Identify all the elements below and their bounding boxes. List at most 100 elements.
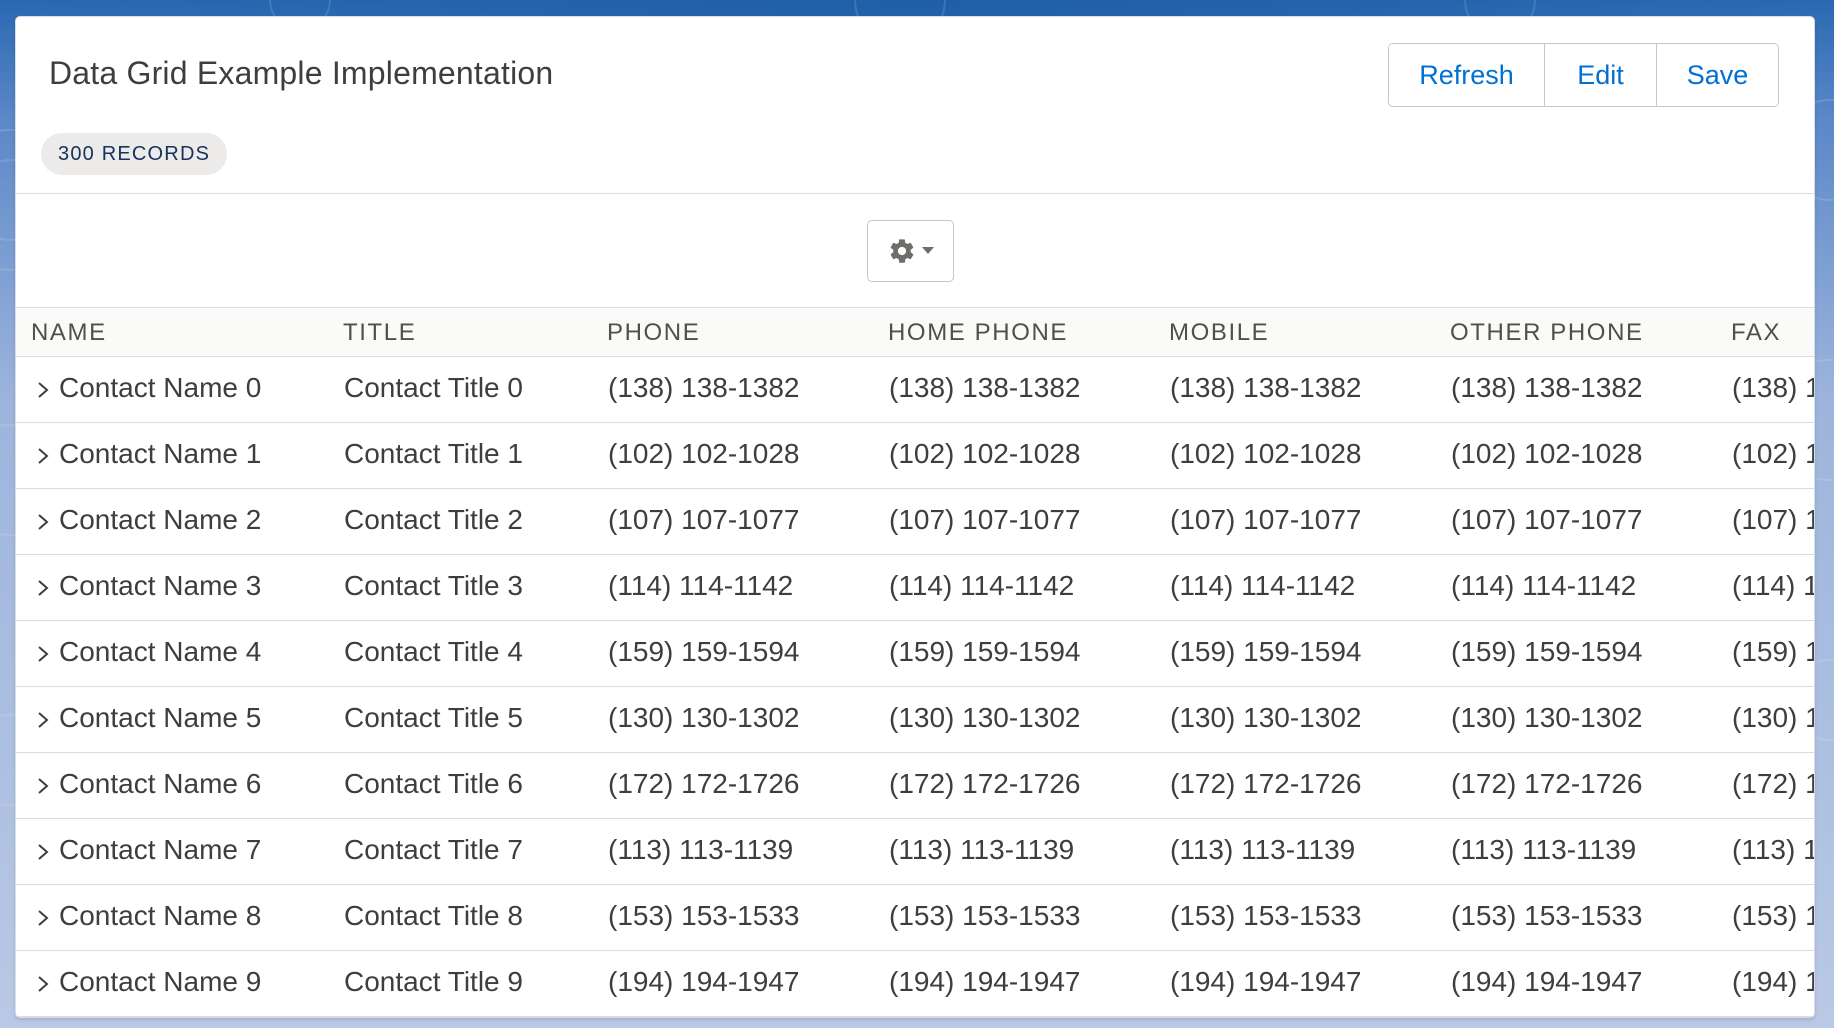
page-title: Data Grid Example Implementation (49, 55, 554, 91)
phone-cell: (102) 102-1028 (608, 438, 800, 469)
chevron-right-icon[interactable] (36, 644, 50, 664)
fax-cell: (114) 114-1142 (1732, 570, 1814, 601)
home-phone-cell: (107) 107-1077 (889, 504, 1081, 535)
column-header-other-phone[interactable]: OTHER PHONE (1450, 308, 1644, 356)
name-cell: Contact Name 0 (36, 357, 326, 422)
other-phone-cell: (153) 153-1533 (1451, 900, 1643, 931)
other-phone-cell: (194) 194-1947 (1451, 966, 1643, 997)
data-grid: NAME TITLE PHONE HOME PHONE MOBILE OTHER… (16, 308, 1814, 1017)
phone-cell: (114) 114-1142 (608, 570, 794, 601)
column-header-phone[interactable]: PHONE (607, 308, 700, 356)
name-cell: Contact Name 1 (36, 423, 326, 488)
phone-cell: (194) 194-1947 (608, 966, 800, 997)
title-cell: Contact Title 9 (344, 966, 523, 997)
header-button-group: Refresh Edit Save (1388, 43, 1779, 107)
home-phone-cell: (153) 153-1533 (889, 900, 1081, 931)
other-phone-cell: (159) 159-1594 (1451, 636, 1643, 667)
title-cell: Contact Title 7 (344, 834, 523, 865)
home-phone-cell: (172) 172-1726 (889, 768, 1081, 799)
name-cell: Contact Name 5 (36, 687, 326, 752)
contact-name: Contact Name 4 (59, 636, 262, 667)
chevron-right-icon[interactable] (36, 842, 50, 862)
contact-name: Contact Name 3 (59, 570, 262, 601)
mobile-cell: (172) 172-1726 (1170, 768, 1362, 799)
column-header-name[interactable]: NAME (31, 308, 107, 356)
chevron-right-icon[interactable] (36, 710, 50, 730)
edit-button[interactable]: Edit (1544, 44, 1656, 106)
name-cell: Contact Name 9 (36, 951, 326, 1016)
phone-cell: (138) 138-1382 (608, 372, 800, 403)
table-row[interactable]: Contact Name 9 Contact Title 9 (194) 194… (16, 951, 1814, 1017)
table-row[interactable]: Contact Name 8 Contact Title 8 (153) 153… (16, 885, 1814, 951)
name-cell: Contact Name 7 (36, 819, 326, 884)
mobile-cell: (102) 102-1028 (1170, 438, 1362, 469)
mobile-cell: (113) 113-1139 (1170, 834, 1356, 865)
table-row[interactable]: Contact Name 4 Contact Title 4 (159) 159… (16, 621, 1814, 687)
contact-name: Contact Name 8 (59, 900, 262, 931)
table-row[interactable]: Contact Name 5 Contact Title 5 (130) 130… (16, 687, 1814, 753)
phone-cell: (153) 153-1533 (608, 900, 800, 931)
table-row[interactable]: Contact Name 0 Contact Title 0 (138) 138… (16, 357, 1814, 423)
home-phone-cell: (159) 159-1594 (889, 636, 1081, 667)
home-phone-cell: (114) 114-1142 (889, 570, 1075, 601)
record-count-badge: 300 RECORDS (41, 133, 228, 175)
mobile-cell: (138) 138-1382 (1170, 372, 1362, 403)
phone-cell: (159) 159-1594 (608, 636, 800, 667)
name-cell: Contact Name 8 (36, 885, 326, 950)
refresh-button[interactable]: Refresh (1389, 44, 1544, 106)
title-cell: Contact Title 3 (344, 570, 523, 601)
fax-cell: (138) 138-1382 (1732, 372, 1814, 403)
data-grid-card: Data Grid Example Implementation Refresh… (15, 16, 1815, 1018)
chevron-right-icon[interactable] (36, 446, 50, 466)
home-phone-cell: (138) 138-1382 (889, 372, 1081, 403)
chevron-right-icon[interactable] (36, 512, 50, 532)
chevron-right-icon[interactable] (36, 380, 50, 400)
title-cell: Contact Title 8 (344, 900, 523, 931)
other-phone-cell: (114) 114-1142 (1451, 570, 1637, 601)
table-row[interactable]: Contact Name 7 Contact Title 7 (113) 113… (16, 819, 1814, 885)
column-header-mobile[interactable]: MOBILE (1169, 308, 1269, 356)
table-row[interactable]: Contact Name 3 Contact Title 3 (114) 114… (16, 555, 1814, 621)
mobile-cell: (159) 159-1594 (1170, 636, 1362, 667)
card-header: Data Grid Example Implementation Refresh… (16, 17, 1814, 194)
title-cell: Contact Title 0 (344, 372, 523, 403)
table-row[interactable]: Contact Name 1 Contact Title 1 (102) 102… (16, 423, 1814, 489)
table-row[interactable]: Contact Name 2 Contact Title 2 (107) 107… (16, 489, 1814, 555)
fax-cell: (172) 172-1726 (1732, 768, 1814, 799)
home-phone-cell: (130) 130-1302 (889, 702, 1081, 733)
contact-name: Contact Name 6 (59, 768, 262, 799)
settings-menu-button[interactable] (867, 220, 954, 282)
title-cell: Contact Title 5 (344, 702, 523, 733)
fax-cell: (159) 159-1594 (1732, 636, 1814, 667)
other-phone-cell: (113) 113-1139 (1451, 834, 1637, 865)
table-row[interactable]: Contact Name 6 Contact Title 6 (172) 172… (16, 753, 1814, 819)
mobile-cell: (153) 153-1533 (1170, 900, 1362, 931)
home-phone-cell: (113) 113-1139 (889, 834, 1075, 865)
name-cell: Contact Name 6 (36, 753, 326, 818)
gear-icon (890, 239, 913, 263)
chevron-right-icon[interactable] (36, 578, 50, 598)
column-header-title[interactable]: TITLE (343, 308, 416, 356)
chevron-right-icon[interactable] (36, 776, 50, 796)
save-button[interactable]: Save (1656, 44, 1778, 106)
chevron-right-icon[interactable] (36, 974, 50, 994)
home-phone-cell: (194) 194-1947 (889, 966, 1081, 997)
name-cell: Contact Name 3 (36, 555, 326, 620)
mobile-cell: (114) 114-1142 (1170, 570, 1356, 601)
phone-cell: (107) 107-1077 (608, 504, 800, 535)
grid-toolbar (16, 194, 1814, 308)
name-cell: Contact Name 4 (36, 621, 326, 686)
other-phone-cell: (138) 138-1382 (1451, 372, 1643, 403)
contact-name: Contact Name 7 (59, 834, 262, 865)
mobile-cell: (130) 130-1302 (1170, 702, 1362, 733)
title-cell: Contact Title 2 (344, 504, 523, 535)
other-phone-cell: (107) 107-1077 (1451, 504, 1643, 535)
fax-cell: (130) 130-1302 (1732, 702, 1814, 733)
column-header-fax[interactable]: FAX (1731, 308, 1781, 356)
phone-cell: (113) 113-1139 (608, 834, 794, 865)
column-header-home-phone[interactable]: HOME PHONE (888, 308, 1068, 356)
chevron-right-icon[interactable] (36, 908, 50, 928)
mobile-cell: (107) 107-1077 (1170, 504, 1362, 535)
grid-header-row: NAME TITLE PHONE HOME PHONE MOBILE OTHER… (16, 308, 1814, 357)
caret-down-icon (921, 247, 934, 254)
